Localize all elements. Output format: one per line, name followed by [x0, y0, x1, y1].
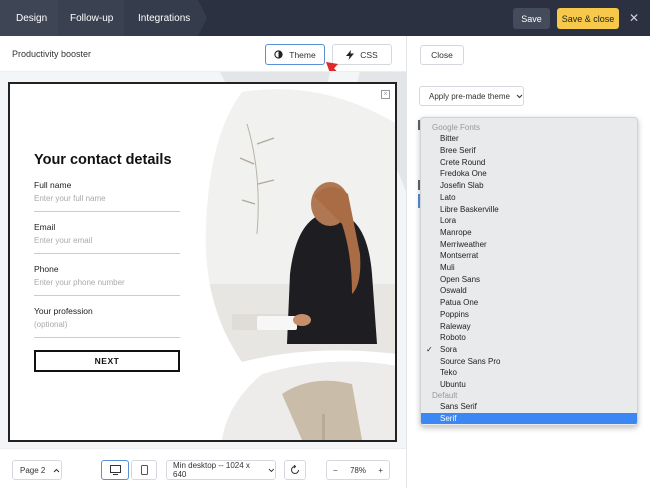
font-option[interactable]: Lato — [421, 192, 637, 204]
font-option[interactable]: Montserrat — [421, 250, 637, 262]
zoom-level: 78% — [349, 465, 366, 475]
zoom-control: − 78% + — [326, 460, 390, 480]
rotate-icon — [291, 465, 299, 474]
page-select[interactable]: Page 2 — [12, 460, 62, 480]
font-option[interactable]: Open Sans — [421, 273, 637, 285]
monitor-icon — [109, 465, 121, 475]
step-follow-up-label: Follow-up — [70, 12, 114, 24]
step-integrations-label: Integrations — [138, 12, 191, 24]
font-option[interactable]: Josefin Slab — [421, 180, 637, 192]
profession-input[interactable]: (optional) — [34, 320, 180, 338]
panel-divider — [406, 36, 407, 488]
step-design-label: Design — [16, 12, 48, 24]
profession-label: Your profession — [34, 306, 93, 316]
font-option[interactable]: Manrope — [421, 227, 637, 239]
google-fonts-group-label: Google Fonts — [432, 123, 481, 132]
font-option[interactable]: Crete Round — [421, 156, 637, 168]
full-name-input[interactable]: Enter your full name — [34, 194, 180, 212]
bottom-toolbar: Page 2 Min desktop -- 1024 x 640 − 78% + — [0, 448, 406, 488]
font-family-dropdown[interactable]: Google Fonts Bitter Bree Serif Crete Round… — [420, 117, 638, 426]
font-option[interactable]: Fredoka One — [421, 168, 637, 180]
font-option[interactable]: Sans Serif — [421, 401, 637, 413]
wizard-steps: Design Follow-up Integrations — [0, 0, 207, 36]
rotate-button[interactable] — [284, 460, 306, 480]
next-button[interactable]: NEXT — [34, 350, 180, 372]
font-option[interactable]: Roboto — [421, 332, 637, 344]
mobile-view-button[interactable] — [131, 460, 157, 480]
font-option[interactable]: Source Sans Pro — [421, 355, 637, 367]
checkmark-icon: ✓ — [426, 344, 433, 354]
theme-button-label: Theme — [289, 49, 316, 60]
phone-input[interactable]: Enter your phone number — [34, 278, 180, 296]
full-name-label: Full name — [34, 180, 72, 190]
font-option[interactable]: Bree Serif — [421, 145, 637, 157]
font-option[interactable]: Serif — [421, 412, 637, 425]
mobile-phone-icon — [140, 465, 148, 475]
save-and-close-button[interactable]: Save & close — [557, 8, 619, 29]
zoom-in-button[interactable]: + — [378, 466, 383, 475]
zoom-out-button[interactable]: − — [333, 466, 338, 475]
resolution-select[interactable]: Min desktop -- 1024 x 640 — [166, 460, 276, 480]
apply-premade-theme-label: Apply pre-made theme — [429, 91, 510, 101]
font-option[interactable]: Merriweather — [421, 238, 637, 250]
save-button[interactable]: Save — [513, 8, 550, 29]
email-label: Email — [34, 222, 56, 232]
email-input[interactable]: Enter your email — [34, 236, 180, 254]
font-option[interactable]: Lora — [421, 215, 637, 227]
popup-close-icon[interactable]: × — [381, 90, 390, 99]
campaign-title: Productivity booster — [12, 49, 92, 59]
chevron-divider-icon — [198, 0, 207, 36]
theme-button[interactable]: Theme — [265, 44, 325, 65]
font-option[interactable]: ✓ Sora — [421, 344, 637, 356]
font-option[interactable]: Oswald — [421, 285, 637, 297]
close-theme-panel-button[interactable]: Close — [420, 45, 464, 65]
default-fonts-group-label: Default — [432, 391, 458, 400]
chevron-down-icon — [516, 94, 523, 98]
popup-preview[interactable]: × Your contact details Full name Enter y… — [8, 82, 397, 442]
step-integrations[interactable]: Integrations — [124, 0, 207, 36]
contrast-icon — [274, 50, 283, 59]
font-option[interactable]: Patua One — [421, 297, 637, 309]
woman-reading-photo — [205, 89, 395, 440]
resolution-label: Min desktop -- 1024 x 640 — [173, 461, 250, 479]
font-option[interactable]: Teko — [421, 367, 637, 379]
font-option[interactable]: Poppins — [421, 309, 637, 321]
form-title: Your contact details — [34, 152, 172, 168]
chevron-down-icon — [268, 468, 275, 472]
font-option[interactable]: Raleway — [421, 320, 637, 332]
font-option[interactable]: Muli — [421, 262, 637, 274]
step-follow-up[interactable]: Follow-up — [58, 0, 133, 36]
page-select-label: Page 2 — [20, 465, 46, 475]
font-option[interactable]: Bitter — [421, 133, 637, 145]
font-option-label: Sora — [440, 344, 457, 354]
font-option[interactable]: Libre Baskerville — [421, 203, 637, 215]
desktop-view-button[interactable] — [101, 460, 129, 480]
chevron-up-icon — [54, 468, 60, 472]
top-bar: Design Follow-up Integrations Save Save … — [0, 0, 650, 36]
phone-label: Phone — [34, 264, 59, 274]
font-option[interactable]: Ubuntu — [421, 379, 637, 391]
step-design[interactable]: Design — [0, 0, 67, 36]
close-editor-icon[interactable]: ✕ — [628, 11, 640, 25]
apply-premade-theme-button[interactable]: Apply pre-made theme — [419, 86, 524, 106]
css-button-label: CSS — [360, 49, 378, 60]
